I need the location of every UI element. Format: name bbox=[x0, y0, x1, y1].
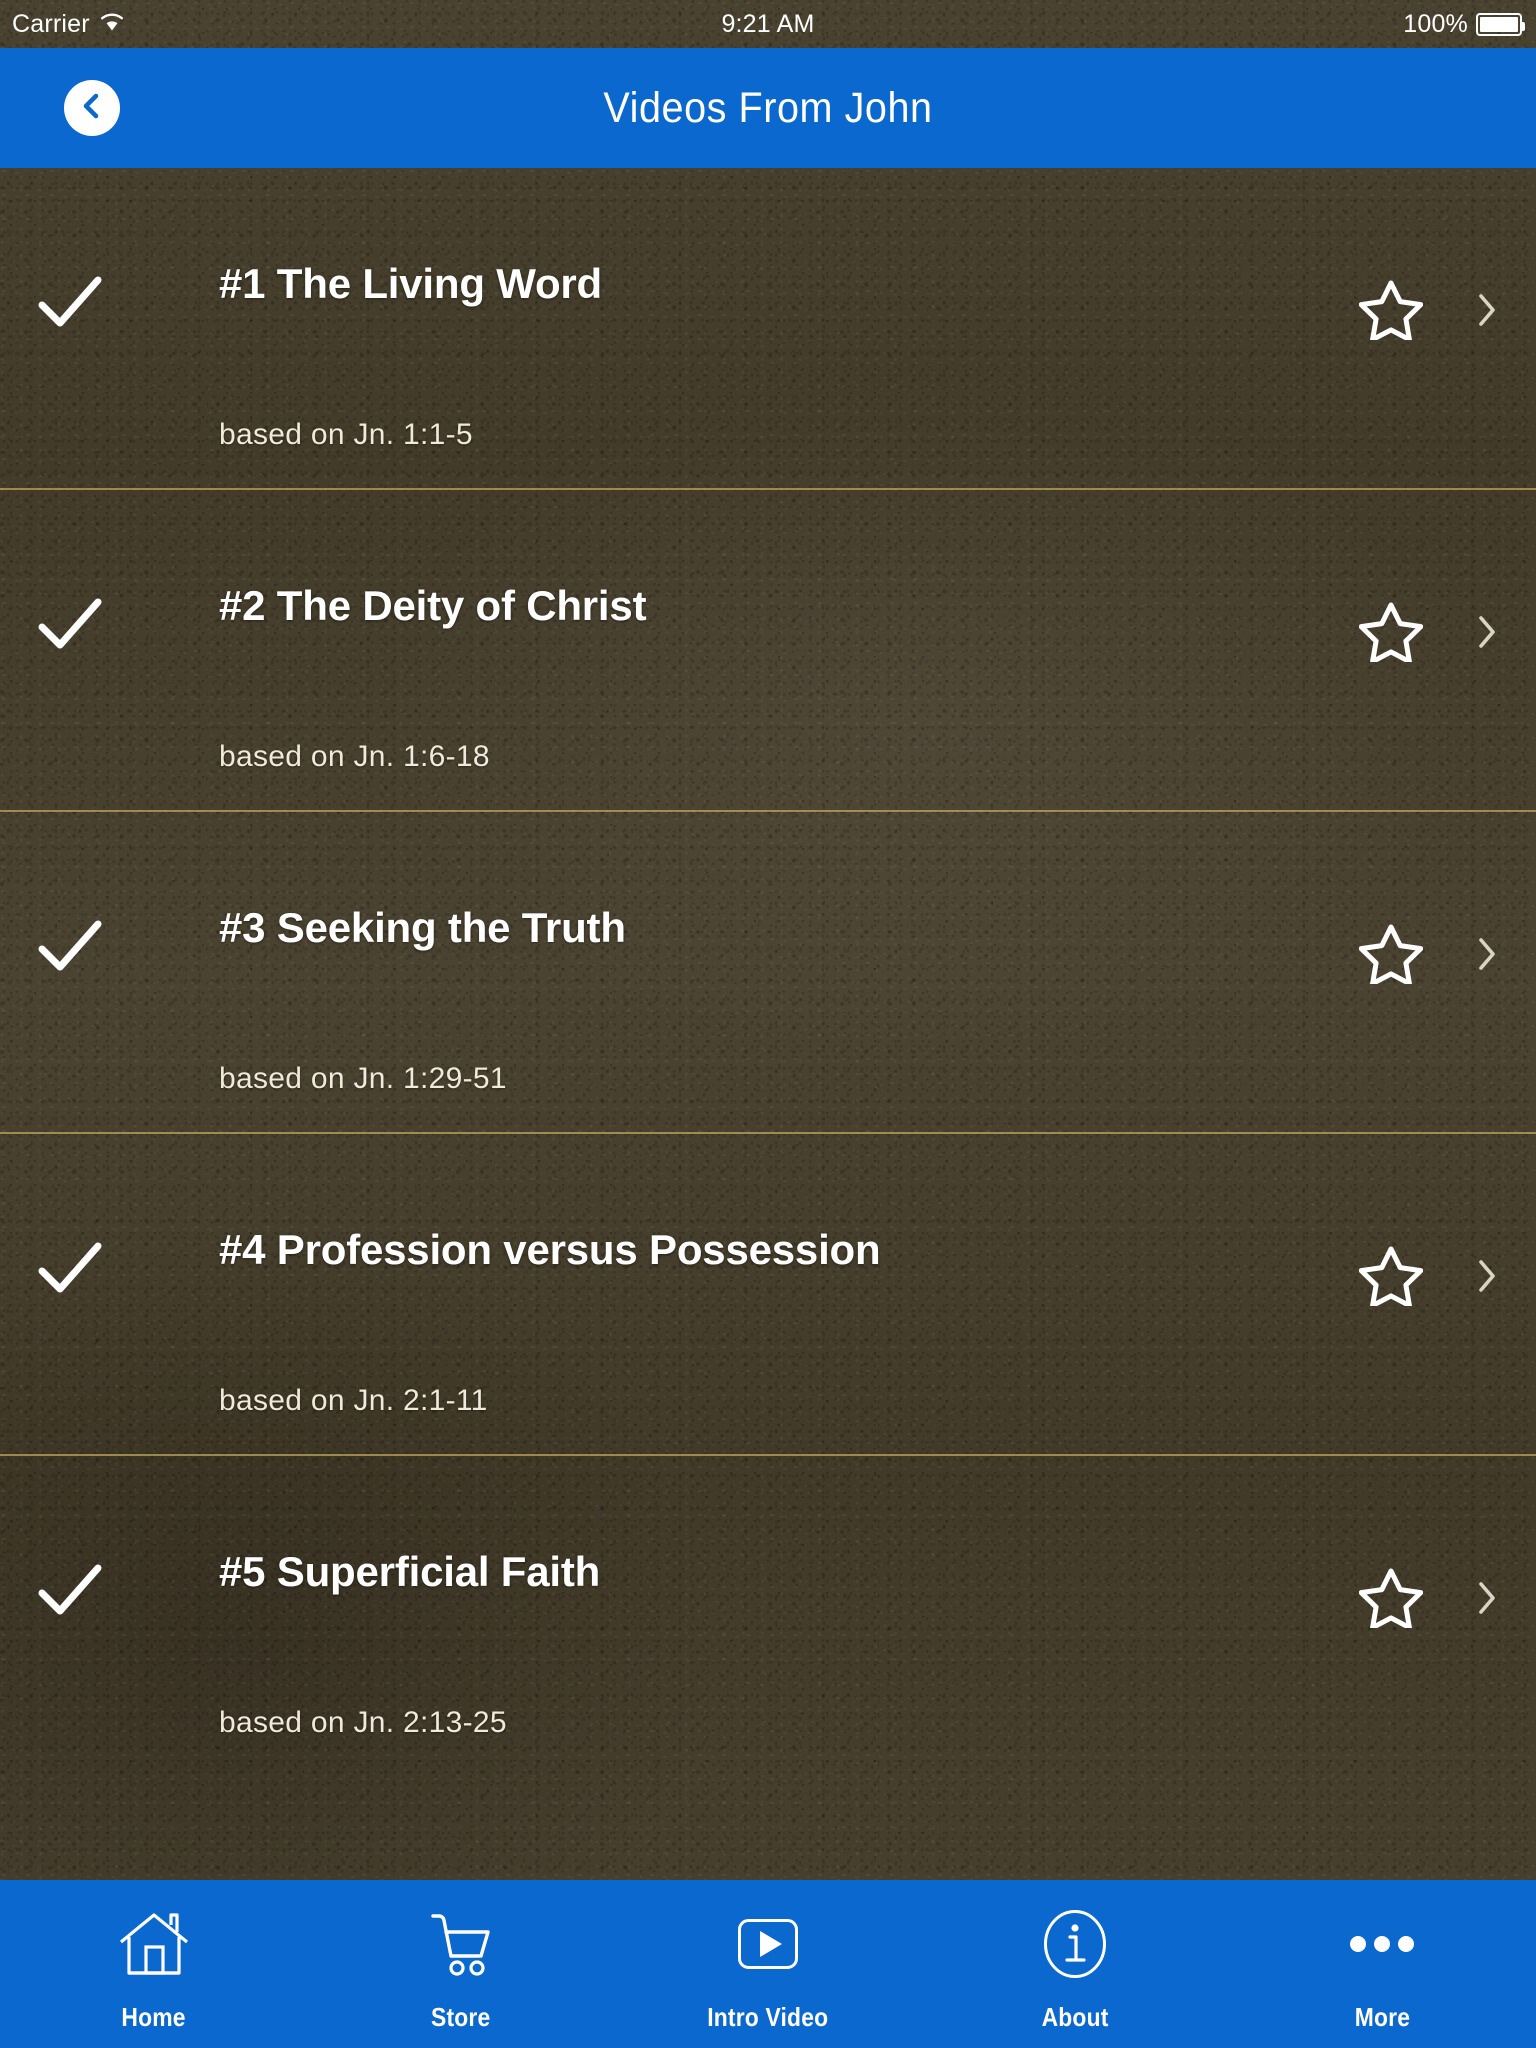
table-row[interactable]: #2 The Deity of Christ based on Jn. 1:6-… bbox=[0, 490, 1536, 812]
video-list[interactable]: #1 The Living Word based on Jn. 1:1-5 #2… bbox=[0, 168, 1536, 1880]
star-outline-icon[interactable] bbox=[1358, 922, 1424, 987]
tab-label: Intro Video bbox=[707, 2002, 829, 2032]
chevron-right-icon bbox=[1474, 1256, 1500, 1296]
status-bar-time: 9:21 AM bbox=[721, 9, 815, 38]
table-row[interactable]: #4 Profession versus Possession based on… bbox=[0, 1134, 1536, 1456]
chevron-right-icon bbox=[1474, 290, 1500, 330]
checkmark-icon bbox=[36, 594, 104, 654]
tab-label: Store bbox=[431, 2002, 491, 2032]
checkmark-icon bbox=[36, 916, 104, 976]
status-bar-right: 100% bbox=[1403, 9, 1525, 39]
table-row[interactable]: #1 The Living Word based on Jn. 1:1-5 bbox=[0, 168, 1536, 490]
tab-bar: Home Store Intro Video About More bbox=[0, 1880, 1536, 2048]
tab-intro-video[interactable]: Intro Video bbox=[614, 1880, 921, 2048]
row-subtitle: based on Jn. 1:6-18 bbox=[219, 740, 490, 773]
row-subtitle: based on Jn. 2:13-25 bbox=[219, 1706, 507, 1739]
tab-more[interactable]: More bbox=[1229, 1880, 1536, 2048]
home-icon bbox=[117, 1908, 191, 1980]
row-title: #5 Superficial Faith bbox=[219, 1548, 601, 1595]
battery-full-icon bbox=[1476, 12, 1525, 36]
tab-store[interactable]: Store bbox=[307, 1880, 614, 2048]
checkmark-icon bbox=[36, 1238, 104, 1298]
tab-label: Home bbox=[121, 2002, 186, 2032]
status-bar: Carrier 9:21 AM 100% bbox=[0, 0, 1536, 48]
ellipsis-icon bbox=[1347, 1908, 1417, 1980]
row-title: #3 Seeking the Truth bbox=[219, 904, 626, 951]
row-title: #2 The Deity of Christ bbox=[219, 582, 647, 629]
tab-about[interactable]: About bbox=[922, 1880, 1229, 2048]
checkmark-icon bbox=[36, 1560, 104, 1620]
page-title: Videos From John bbox=[603, 83, 933, 132]
checkmark-icon bbox=[36, 272, 104, 332]
star-outline-icon[interactable] bbox=[1358, 1566, 1424, 1631]
chevron-right-icon bbox=[1474, 612, 1500, 652]
star-outline-icon[interactable] bbox=[1358, 278, 1424, 343]
table-row[interactable]: #3 Seeking the Truth based on Jn. 1:29-5… bbox=[0, 812, 1536, 1134]
tab-home[interactable]: Home bbox=[0, 1880, 307, 2048]
star-outline-icon[interactable] bbox=[1358, 1244, 1424, 1309]
info-circle-icon bbox=[1043, 1908, 1107, 1980]
tab-label: About bbox=[1041, 2002, 1109, 2032]
row-subtitle: based on Jn. 1:29-51 bbox=[219, 1062, 507, 1095]
app-root: Carrier 9:21 AM 100% Videos From John #1… bbox=[0, 0, 1536, 2048]
row-subtitle: based on Jn. 2:1-11 bbox=[219, 1384, 488, 1417]
play-video-icon bbox=[737, 1908, 799, 1980]
row-title: #1 The Living Word bbox=[219, 260, 602, 307]
table-row[interactable]: #5 Superficial Faith based on Jn. 2:13-2… bbox=[0, 1456, 1536, 1778]
star-outline-icon[interactable] bbox=[1358, 600, 1424, 665]
row-subtitle: based on Jn. 1:1-5 bbox=[219, 418, 473, 451]
tab-label: More bbox=[1354, 2002, 1411, 2032]
chevron-right-icon bbox=[1474, 1578, 1500, 1618]
nav-bar: Videos From John bbox=[0, 48, 1536, 168]
chevron-right-icon bbox=[1474, 934, 1500, 974]
battery-percent-label: 100% bbox=[1403, 9, 1468, 38]
row-title: #4 Profession versus Possession bbox=[219, 1226, 881, 1273]
shopping-cart-icon bbox=[428, 1908, 494, 1980]
